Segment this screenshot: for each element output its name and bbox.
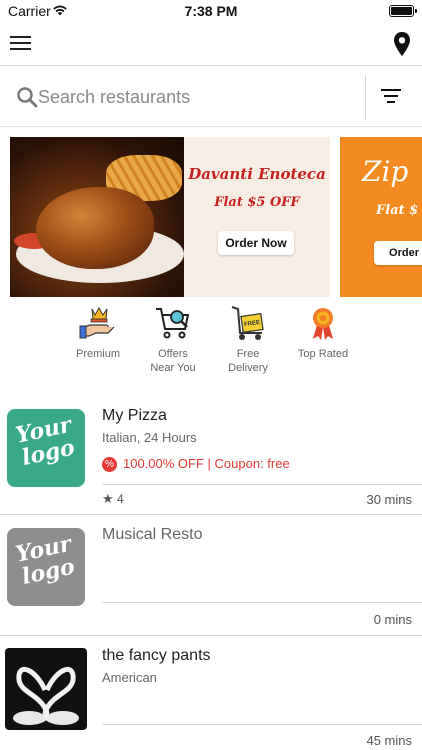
category-label: Free Delivery (228, 348, 268, 374)
offer-text: 100.00% OFF | Coupon: free (123, 456, 290, 471)
delivery-trolley-icon: FREE (231, 306, 264, 340)
restaurant-row[interactable]: the fancy pants American 45 mins (0, 637, 422, 750)
award-ribbon-icon (313, 308, 333, 340)
battery-icon (389, 5, 417, 17)
search-bar (0, 67, 422, 127)
category-label: Top Rated (297, 348, 349, 360)
row-border (0, 514, 422, 515)
swans-logo-image (13, 666, 79, 725)
filter-icon[interactable] (378, 85, 404, 109)
rating-value: 4 (117, 492, 124, 506)
row-divider (102, 602, 422, 603)
restaurant-offer: % 100.00% OFF | Coupon: free (102, 456, 290, 473)
category-row: Premium Offers Near You FREE Free Delive… (0, 303, 422, 383)
restaurant-row[interactable]: Your logo My Pizza Italian, 24 Hours % 10… (0, 396, 422, 516)
search-input[interactable] (38, 81, 354, 113)
delivery-time: 0 mins (373, 612, 412, 627)
logo-text: Your logo (13, 530, 77, 590)
shopping-cart-search-icon (156, 308, 190, 339)
category-free-delivery[interactable]: FREE Free Delivery (211, 303, 285, 375)
banner-title: Zip (362, 155, 409, 188)
restaurant-name: the fancy pants (102, 647, 211, 664)
restaurant-row[interactable]: Your logo Musical Resto 0 mins (0, 516, 422, 636)
search-divider (365, 75, 366, 119)
promo-banner[interactable]: Davanti Enoteca Flat $5 OFF Order Now (10, 137, 330, 297)
category-label: Offers Near You (150, 348, 196, 374)
restaurant-logo (5, 648, 87, 730)
category-offers-near-you[interactable]: Offers Near You (136, 303, 210, 375)
promo-banner-carousel[interactable]: Davanti Enoteca Flat $5 OFF Order Now Zi… (10, 137, 422, 297)
top-nav-bar (0, 22, 422, 66)
rating: ★ 4 (102, 491, 124, 507)
hamburger-menu-icon[interactable] (10, 34, 32, 52)
restaurant-cuisine: Italian, 24 Hours (102, 430, 197, 445)
order-now-button[interactable]: Order Now (218, 231, 294, 255)
row-border (0, 635, 422, 636)
star-icon: ★ (102, 491, 114, 506)
banner-title: Davanti Enoteca (188, 165, 326, 183)
delivery-time: 45 mins (366, 733, 412, 748)
promo-banner[interactable]: Zip Flat $ Order (340, 137, 422, 297)
category-top-rated[interactable]: Top Rated (286, 303, 360, 361)
row-divider (102, 724, 422, 725)
category-label: Premium (75, 348, 120, 360)
banner-offer: Flat $5 OFF (214, 195, 300, 210)
crown-hand-icon (79, 306, 115, 339)
category-premium[interactable]: Premium (61, 303, 135, 361)
search-icon (17, 87, 38, 108)
order-button[interactable]: Order (374, 241, 422, 265)
food-image (10, 137, 184, 297)
restaurant-cuisine: American (102, 670, 157, 685)
row-divider (102, 484, 422, 485)
restaurant-logo: Your logo (7, 528, 85, 606)
restaurant-name: My Pizza (102, 407, 167, 424)
restaurant-name: Musical Resto (102, 526, 203, 543)
restaurant-logo: Your logo (7, 409, 85, 487)
discount-icon: % (102, 457, 117, 473)
status-bar: Carrier 7:38 PM (0, 0, 422, 22)
logo-text: Your logo (13, 411, 77, 471)
clock: 7:38 PM (184, 3, 238, 19)
location-pin-icon[interactable] (392, 31, 412, 57)
banner-offer: Flat $ (376, 203, 419, 218)
delivery-time: 30 mins (366, 492, 412, 507)
